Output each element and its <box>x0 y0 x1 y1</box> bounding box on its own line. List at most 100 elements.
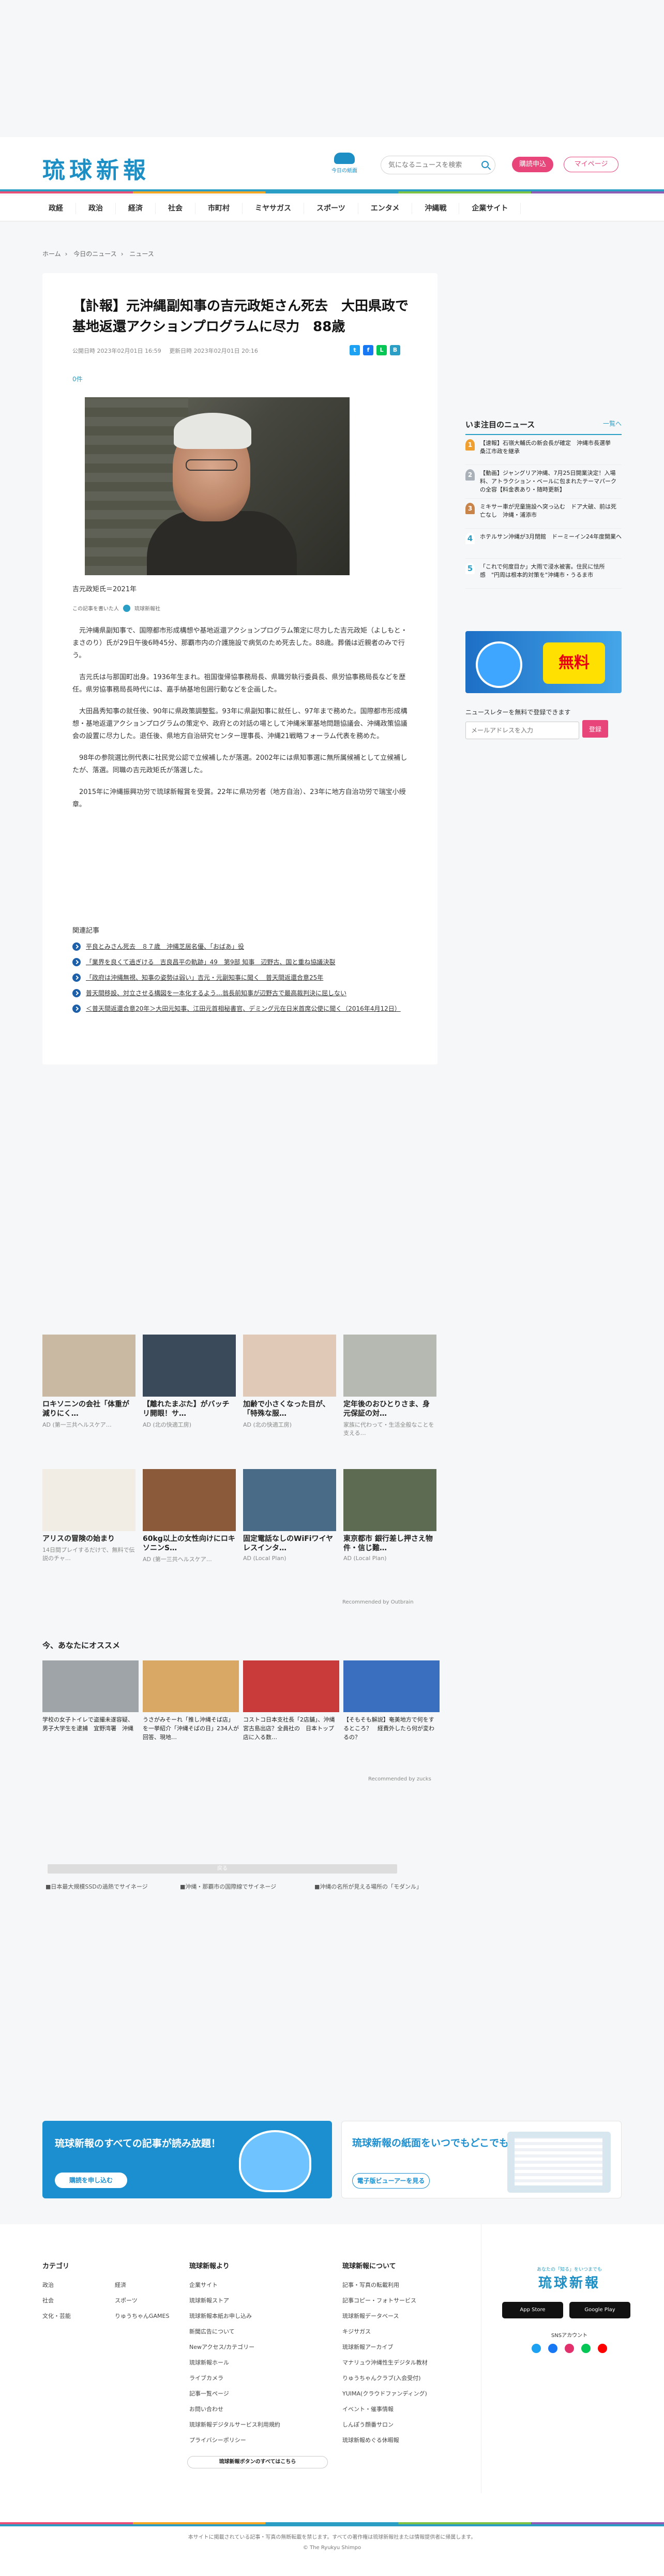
share-buttons: t f L B <box>350 345 400 355</box>
outbrain-credit[interactable]: Recommended by Outbrain <box>342 1599 414 1605</box>
nav-item[interactable]: 政治 <box>76 203 116 214</box>
line-icon[interactable] <box>581 2344 591 2353</box>
nav-item[interactable]: 市町村 <box>195 203 243 214</box>
breadcrumb-item[interactable]: 今日のニュース <box>73 250 116 258</box>
footer-link[interactable]: プライバシーポリシー <box>189 2437 280 2444</box>
ranking-item[interactable]: 3 ミキサー車が児童施設へ突っ込む ドア大破、前は死亡なし 沖縄・浦添市 <box>465 499 622 529</box>
footer-link[interactable]: ライブカメラ <box>189 2375 280 2382</box>
footer-link[interactable]: りゅうちゃんクラブ(入会受付) <box>342 2375 428 2382</box>
today-card[interactable]: うさがみそーれ「推し沖縄そば店」を一挙紹介「沖縄そばの日」234人が回答、現地… <box>143 1660 239 1742</box>
ranking-item[interactable]: 2 【動画】ジャングリア沖縄、7月25日開業決定！入場料、アトラクション・ベールに… <box>465 465 622 499</box>
facebook-icon[interactable] <box>548 2344 557 2353</box>
nav-item[interactable]: スポーツ <box>304 203 358 214</box>
bottom-link[interactable]: ■沖縄・那覇市の国際線でサイネージ <box>180 1883 299 1891</box>
twitter-share-icon[interactable]: t <box>350 345 360 355</box>
youtube-icon[interactable] <box>598 2344 607 2353</box>
today-card[interactable]: 【そもそも解説】奄美地方で何をするところ？ 経費外したら何が変わるの？ <box>343 1660 440 1742</box>
recommend-card[interactable]: 加齢で小さくなった目が、「特殊な服… AD (北の快適工房) <box>243 1335 336 1429</box>
footer-link[interactable]: 新聞広告について <box>189 2328 280 2335</box>
recommend-card[interactable]: 60kg以上の女性向けにロキソニンS… AD (第一三共ヘルスケア… <box>143 1469 236 1563</box>
footer-link[interactable]: お問い合わせ <box>189 2406 280 2413</box>
footer-link[interactable]: 文化・芸能 <box>42 2313 115 2320</box>
footer-link[interactable]: しんぽう顔番サロン <box>342 2421 428 2429</box>
google-play-badge[interactable]: Google Play <box>569 2302 630 2318</box>
nav-item[interactable]: ミヤサガス <box>243 203 304 214</box>
newsletter-email-input[interactable] <box>465 722 579 739</box>
nav-item[interactable]: 社会 <box>156 203 195 214</box>
related-link[interactable]: 「業界を良くて過ぎける 吉良昌平の軌跡」49 第9部 知事 辺野古、国と重ね協議… <box>72 955 414 969</box>
newsletter-submit-button[interactable]: 登録 <box>582 720 608 738</box>
footer-link[interactable]: 政治 <box>42 2282 115 2289</box>
footer-link[interactable]: 社会 <box>42 2297 115 2304</box>
viewer-promo[interactable]: 琉球新報の紙面をいつでもどこでも。 電子版ビューアーを見る <box>341 2121 622 2198</box>
author-name[interactable]: 琉球新報社 <box>134 604 160 612</box>
back-bar[interactable]: 戻る <box>48 1864 397 1874</box>
footer-link[interactable]: 琉球新報アーカイブ <box>342 2344 428 2351</box>
ranking-item[interactable]: 1 【速報】石嶺大輔氏の新会長が確定 沖縄市長選挙 桑江市政を継承 <box>465 435 622 465</box>
instagram-icon[interactable] <box>565 2344 574 2353</box>
twitter-icon[interactable] <box>532 2344 541 2353</box>
footer-link[interactable]: 記事コピー・フォトサービス <box>342 2297 428 2304</box>
footer-link[interactable]: 琉球新報本紙お申し込み <box>189 2313 280 2320</box>
promo-banner[interactable]: 無料 <box>465 631 622 693</box>
ranking-item[interactable]: 4 ホテルサン沖縄が3月閉館 ドーミーイン24年度開業へ <box>465 529 622 559</box>
search-input[interactable] <box>381 156 474 174</box>
footer-link[interactable]: 琉球新報ストア <box>189 2297 280 2304</box>
footer-logo[interactable]: あなたの「知る」をいつまでも 琉球新報 <box>512 2266 626 2292</box>
app-store-badge[interactable]: App Store <box>502 2302 563 2318</box>
footer-link[interactable]: イベント・催事情報 <box>342 2406 428 2413</box>
recommend-card[interactable]: 定年後のおひとりさま、身元保証の対… 家族に代わって・生活全般なことを支える… <box>343 1335 436 1437</box>
footer-link[interactable]: 琉球新報めぐる休暇報 <box>342 2437 428 2444</box>
viewer-promo-button[interactable]: 電子版ビューアーを見る <box>352 2173 430 2189</box>
line-share-icon[interactable]: L <box>376 345 387 355</box>
footer-all-button[interactable]: 琉球新報ボタンのすべてはこちら <box>187 2456 328 2468</box>
breadcrumb-item[interactable]: ニュース <box>129 250 154 258</box>
bottom-link[interactable]: ■沖縄の名所が見える場所の「モダンル」 <box>314 1883 433 1891</box>
search-box[interactable] <box>381 156 495 174</box>
recommend-card[interactable]: 【離れたまぶた】がバッチリ開眼！サ… AD (北の快適工房) <box>143 1335 236 1429</box>
ranking-more-link[interactable]: 一覧へ <box>603 419 622 430</box>
today-card[interactable]: コストコ日本支社長「2店舗」、沖縄宮古島出店？全員社の 日本トップ店に入る数… <box>243 1660 339 1742</box>
subscribe-promo-button[interactable]: 購読を申し込む <box>55 2173 127 2188</box>
todays-paper-link[interactable]: 今日の紙面 <box>329 153 360 174</box>
breadcrumb-item[interactable]: ホーム <box>42 250 61 258</box>
hatena-share-icon[interactable]: B <box>390 345 400 355</box>
nav-item[interactable]: 政経 <box>36 203 76 214</box>
bottom-link[interactable]: ■日本最大規模SSDの過熱でサイネージ <box>46 1883 164 1891</box>
nav-item[interactable]: 沖縄戦 <box>412 203 460 214</box>
nav-item[interactable]: 企業サイト <box>459 203 521 214</box>
nav-item[interactable]: 経済 <box>116 203 156 214</box>
footer-link[interactable]: りゅうちゃんGAMES <box>115 2313 187 2320</box>
footer-link[interactable]: マナリュウ沖縄性生デジタル教材 <box>342 2359 428 2367</box>
site-logo[interactable]: 琉球新報 <box>42 152 150 185</box>
footer-link[interactable]: 企業サイト <box>189 2282 280 2289</box>
recommend-card[interactable]: 固定電話なしのWiFiワイヤレスインタ… AD (Local Plan) <box>243 1469 336 1562</box>
zucks-credit[interactable]: Recommended by zucks <box>368 1776 431 1782</box>
footer-link[interactable]: 記事・写真の転載利用 <box>342 2282 428 2289</box>
footer-link[interactable]: キジサガス <box>342 2328 428 2335</box>
footer-link[interactable]: YUIMA(クラウドファンディング) <box>342 2390 428 2398</box>
comment-count[interactable]: 0件 <box>72 375 83 383</box>
footer-link[interactable]: 琉球新報ホール <box>189 2359 280 2367</box>
footer-link[interactable]: 琉球新報デジタルサービス利用規約 <box>189 2421 280 2429</box>
facebook-share-icon[interactable]: f <box>363 345 373 355</box>
footer-link[interactable]: スポーツ <box>115 2297 187 2304</box>
footer-link[interactable]: 経済 <box>115 2282 187 2289</box>
nav-item[interactable]: エンタメ <box>358 203 413 214</box>
subscribe-button[interactable]: 購読申込 <box>512 157 553 172</box>
related-link[interactable]: 「政府は沖縄無視、知事の姿勢は弱い」吉元・元副知事に聞く 普天間返還合意25年 <box>72 971 414 984</box>
related-link[interactable]: ＜普天間返還合意20年＞大田元知事、江田元首相秘書官、デミング元在日米首席公使に… <box>72 1002 414 1015</box>
subscribe-promo[interactable]: 琉球新報のすべての記事が読み放題！ 購読を申し込む <box>42 2121 332 2198</box>
related-link[interactable]: 普天間移設、対立させる構図を一本化するよう…翁長前知事が辺野古で最高裁判決に屈し… <box>72 986 414 1000</box>
mypage-button[interactable]: マイページ <box>564 157 618 172</box>
footer-link[interactable]: Newアクセス/カテゴリー <box>189 2344 280 2351</box>
related-link[interactable]: 平良とみさん死去 ８７歳 沖縄芝居名優、「おばあ」役 <box>72 940 414 953</box>
footer-link[interactable]: 記事一覧ページ <box>189 2390 280 2398</box>
footer-link[interactable]: 琉球新報データベース <box>342 2313 428 2320</box>
recommend-card[interactable]: ロキソニンの会社「体重が減りにく… AD (第一三共ヘルスケア… <box>42 1335 135 1429</box>
search-icon[interactable] <box>481 161 489 168</box>
recommend-card[interactable]: アリスの冒険の始まり 14日間プレイするだけで、無料で伝説のチャ… <box>42 1469 135 1562</box>
ranking-item[interactable]: 5 「これで何度目か」大雨で浸水被害。住民に怯所感 "円周は根本的対策を"沖縄市・… <box>465 559 622 589</box>
today-card[interactable]: 学校の女子トイレで盗撮未遂容疑、男子大学生を逮捕 宜野湾署 沖縄 <box>42 1660 139 1733</box>
recommend-card[interactable]: 東京都市 銀行差し押さえ物件・信じ難… AD (Local Plan) <box>343 1469 436 1562</box>
